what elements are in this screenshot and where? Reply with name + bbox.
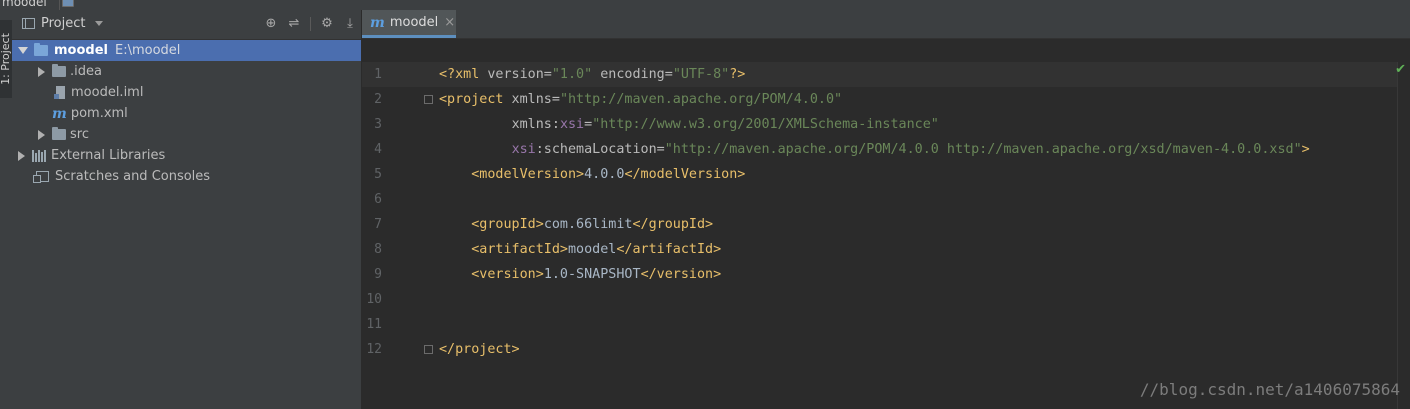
maven-icon: m	[370, 14, 385, 31]
scroll-from-source-icon[interactable]: ⊕	[264, 16, 278, 31]
line-number: 3	[374, 117, 382, 132]
project-tree: moodel E:\moodel .idea moodel.iml m pom.…	[12, 40, 361, 187]
chevron-down-icon	[95, 21, 104, 26]
project-panel-header: Project ⊕ ⇌ ⚙ ⤓	[12, 10, 361, 40]
line-number: 4	[374, 142, 382, 157]
code-line-2: <project xmlns="http://maven.apache.org/…	[439, 92, 843, 107]
project-tool-window-tab[interactable]: 1: Project	[0, 20, 12, 98]
editor-tabs: m moodel ×	[362, 10, 1410, 39]
fold-marker-icon[interactable]	[424, 95, 433, 104]
fold-marker-icon[interactable]	[424, 345, 433, 354]
close-icon[interactable]: ×	[444, 15, 455, 30]
code-editor[interactable]: 1 2 3 4 5 6 7 8 9 10 11 12 <?xml version…	[362, 62, 1410, 409]
code-line-12: </project>	[439, 342, 520, 357]
line-number: 8	[374, 242, 382, 257]
toolbar-divider	[310, 16, 311, 31]
tree-item-scratches[interactable]: Scratches and Consoles	[12, 166, 361, 187]
tree-item-label: src	[70, 127, 89, 142]
code-line-9: <version>1.0-SNAPSHOT</version>	[471, 267, 722, 282]
watermark: //blog.csdn.net/a1406075864	[1139, 380, 1400, 399]
tree-item-label: pom.xml	[70, 106, 128, 121]
chevron-right-icon[interactable]	[17, 150, 25, 161]
hide-panel-icon[interactable]: ⤓	[343, 16, 357, 31]
line-number: 7	[374, 217, 382, 232]
project-tab-label: 1: Project	[0, 33, 12, 85]
tree-item-label: moodel	[54, 43, 108, 58]
project-view-selector[interactable]: Project	[22, 16, 104, 31]
line-number: 5	[374, 167, 382, 182]
collapse-all-icon[interactable]: ⇌	[287, 16, 301, 31]
scratches-icon	[33, 171, 49, 183]
module-file-icon	[54, 86, 65, 99]
project-panel: Project ⊕ ⇌ ⚙ ⤓ moodel E:\moodel .idea m…	[12, 10, 362, 409]
tree-item-src[interactable]: src	[12, 124, 361, 145]
tab-label: moodel	[389, 15, 439, 30]
gear-icon[interactable]: ⚙	[320, 16, 334, 31]
tree-item-external-libraries[interactable]: External Libraries	[12, 145, 361, 166]
project-panel-title: Project	[41, 16, 86, 31]
tab-moodel[interactable]: m moodel ×	[362, 10, 456, 38]
tree-item-idea[interactable]: .idea	[12, 61, 361, 82]
libraries-icon	[32, 149, 46, 162]
code-line-8: <artifactId>moodel</artifactId>	[471, 242, 722, 257]
code-line-7: <groupId>com.66limit</groupId>	[471, 217, 714, 232]
line-number: 1	[374, 67, 382, 82]
breadcrumb-label: moodel	[2, 0, 47, 9]
module-folder-icon	[62, 0, 74, 7]
tree-item-pom-xml[interactable]: m pom.xml	[12, 103, 361, 124]
project-panel-icon	[22, 18, 35, 29]
title-bar: moodel	[0, 0, 1410, 10]
folder-icon	[52, 127, 66, 140]
maven-icon: m	[52, 105, 67, 122]
line-number: 6	[374, 192, 382, 207]
code-line-4: xsi:schemaLocation="http://maven.apache.…	[511, 142, 1310, 157]
breadcrumb-strip	[362, 39, 1410, 63]
chevron-down-icon[interactable]	[18, 47, 28, 54]
line-number: 11	[366, 317, 382, 332]
line-number: 9	[374, 267, 382, 282]
code-line-3: xmlns:xsi="http://www.w3.org/2001/XMLSch…	[511, 117, 939, 132]
chevron-right-icon[interactable]	[37, 129, 45, 140]
line-number: 10	[366, 292, 382, 307]
project-panel-toolbar: ⊕ ⇌ ⚙ ⤓	[264, 16, 357, 31]
editor-scrollbar[interactable]: ✔	[1395, 62, 1410, 409]
tree-item-label: Scratches and Consoles	[55, 169, 211, 184]
code-line-1: <?xml version="1.0" encoding="UTF-8"?>	[439, 67, 746, 82]
editor-area: m moodel × 1 2 3 4 5 6 7 8 9 10 11 12 <?…	[362, 10, 1410, 409]
tree-item-label: moodel.iml	[71, 85, 144, 100]
folder-icon	[52, 64, 66, 77]
check-icon: ✔	[1395, 62, 1406, 77]
breadcrumb[interactable]: moodel	[0, 0, 74, 10]
line-number: 2	[374, 92, 382, 107]
tree-item-label: .idea	[70, 64, 102, 79]
chevron-right-icon[interactable]	[37, 66, 45, 77]
tree-item-moodel-root[interactable]: moodel E:\moodel	[12, 40, 361, 61]
line-number: 12	[366, 342, 382, 357]
tree-item-moodel-iml[interactable]: moodel.iml	[12, 82, 361, 103]
code-line-5: <modelVersion>4.0.0</modelVersion>	[471, 167, 746, 182]
module-folder-icon	[34, 43, 48, 56]
module-path: E:\moodel	[115, 43, 181, 58]
tree-item-label: External Libraries	[51, 148, 166, 163]
